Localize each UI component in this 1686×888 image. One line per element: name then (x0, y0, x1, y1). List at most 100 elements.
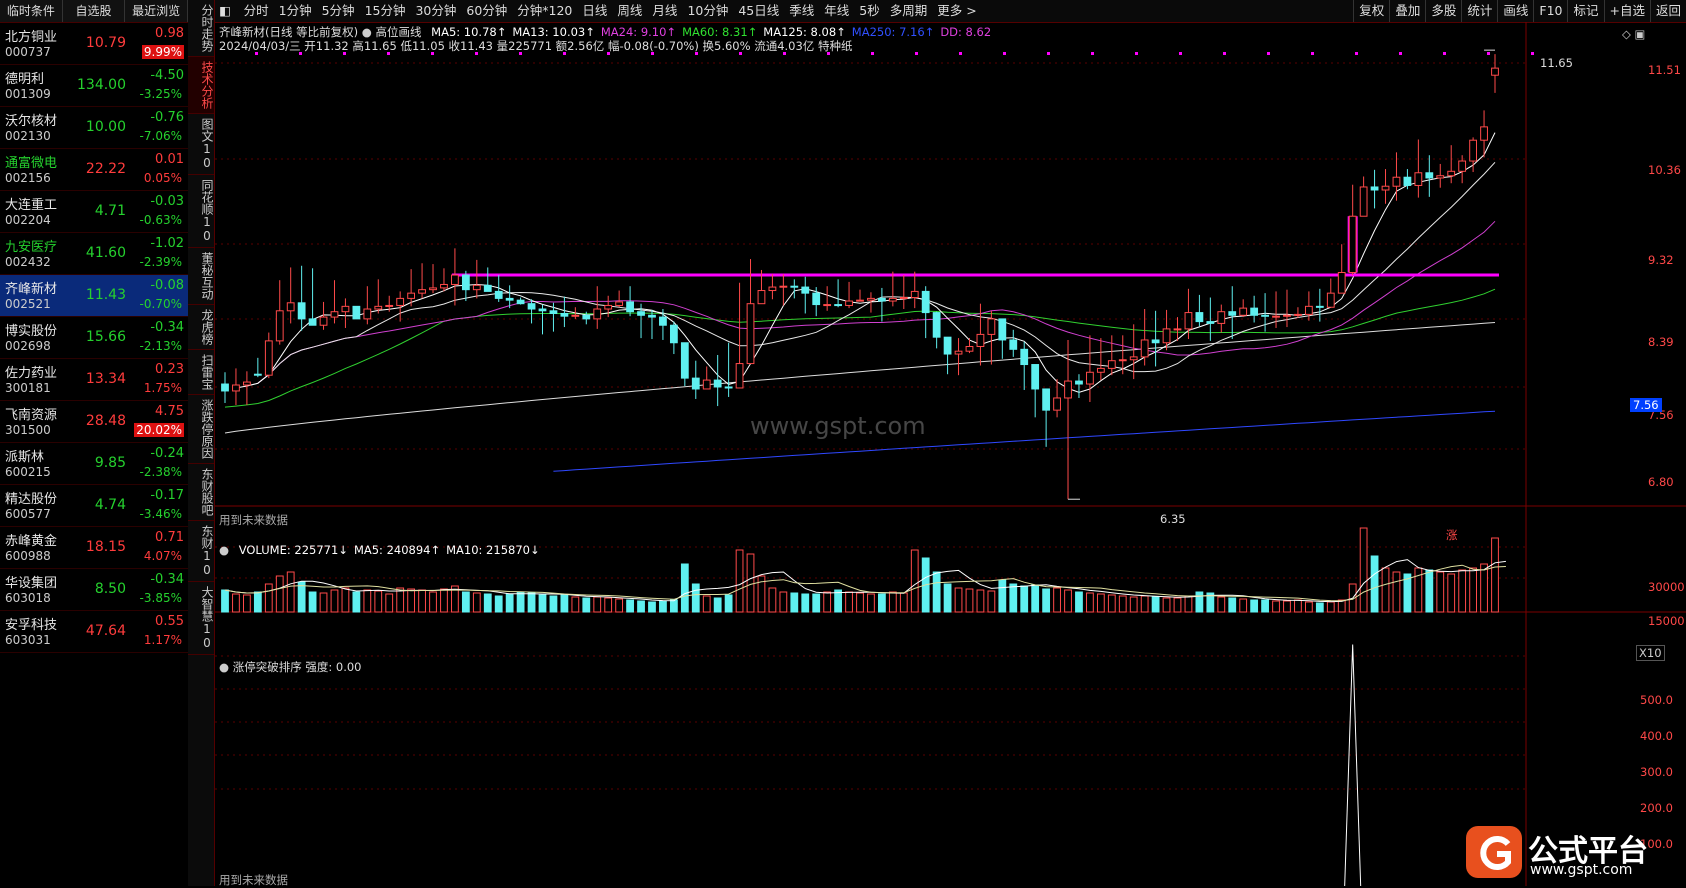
toolbar-action[interactable]: 叠加 (1389, 0, 1425, 22)
candle-body (472, 284, 481, 291)
toolbar-action[interactable]: 画线 (1497, 0, 1533, 22)
candle-body (363, 308, 372, 320)
stock-change: 0.98 (155, 26, 184, 41)
period-tab[interactable]: 分时 (239, 0, 274, 22)
signal-dot (1487, 52, 1490, 55)
volume-bar (702, 595, 711, 613)
vtab-2[interactable]: 图文10 (188, 114, 214, 175)
tab-temp-conditions[interactable]: 临时条件 (0, 0, 63, 22)
indicator-label: 涨停突破排序 (232, 660, 302, 674)
candle-body (878, 297, 886, 302)
watchlist-row[interactable]: 博实股份 002698 15.66 -0.34 -2.13% (0, 317, 188, 359)
period-tab[interactable]: 60分钟 (461, 0, 512, 22)
indicator-toggle-icon[interactable]: ● (362, 25, 372, 39)
chart-area[interactable] (215, 22, 1686, 886)
candle-body (867, 297, 875, 301)
period-tab[interactable]: 5秒 (854, 0, 884, 22)
period-tab[interactable]: 年线 (819, 0, 854, 22)
vtab-7[interactable]: 涨跌停原因 (188, 395, 214, 464)
tab-recent[interactable]: 最近浏览 (125, 0, 189, 22)
watchlist-row[interactable]: 通富微电 002156 22.22 0.01 0.05% (0, 149, 188, 191)
period-tab[interactable]: 5分钟 (317, 0, 360, 22)
candle-body (451, 274, 459, 285)
layout-icon[interactable]: ◧ (215, 0, 235, 22)
vol-y-tick: 15000 (1648, 614, 1685, 628)
candle-body (352, 305, 361, 320)
candle-body (691, 377, 700, 390)
candle-body (1140, 339, 1149, 358)
vtab-6[interactable]: 扫雷宝 (188, 350, 214, 395)
indicator-toggle-icon[interactable]: ● (219, 660, 229, 674)
period-tab[interactable]: 10分钟 (682, 0, 733, 22)
watchlist-row[interactable]: 佐力药业 300181 13.34 0.23 1.75% (0, 359, 188, 401)
vtab-9[interactable]: 东财10 (188, 521, 214, 582)
volume-bar (943, 583, 952, 613)
watchlist-row[interactable]: 安孚科技 603031 47.64 0.55 1.17% (0, 611, 188, 653)
period-tab[interactable]: 30分钟 (410, 0, 461, 22)
stock-price: 134.00 (77, 77, 126, 93)
stock-code: 002156 (5, 171, 51, 185)
volume-bar (1359, 527, 1368, 613)
vtab-8[interactable]: 东财股吧 (188, 464, 214, 521)
watchlist-row[interactable]: 齐峰新材 002521 11.43 -0.08 -0.70% (0, 275, 188, 317)
watchlist-row[interactable]: 德明利 001309 134.00 -4.50 -3.25% (0, 65, 188, 107)
volume-bar (385, 593, 394, 613)
y-tick: 9.32 (1648, 253, 1674, 267)
vtab-10[interactable]: 大智慧10 (188, 582, 214, 655)
signal-dot (1311, 52, 1314, 55)
tab-favorites[interactable]: 自选股 (63, 0, 126, 22)
stock-name: 大连重工 (5, 198, 58, 213)
stock-price: 28.48 (85, 413, 126, 429)
settings-icon[interactable]: ◇ ▣ (1622, 27, 1645, 41)
candle-body (1315, 305, 1324, 308)
candle-body (221, 383, 229, 392)
toolbar-action[interactable]: 多股 (1425, 0, 1461, 22)
period-tab[interactable]: 月线 (647, 0, 682, 22)
stock-pct: -3.46% (139, 507, 182, 521)
period-tab[interactable]: 更多 > (932, 0, 981, 22)
period-tab[interactable]: 分钟*120 (512, 0, 577, 22)
period-tab[interactable]: 季线 (784, 0, 819, 22)
vtab-4[interactable]: 董秘互动 (188, 248, 214, 305)
candle-body (845, 300, 853, 306)
candle-body (1480, 126, 1488, 141)
watchlist-row[interactable]: 精达股份 600577 4.74 -0.17 -3.46% (0, 485, 188, 527)
toolbar-action[interactable]: 标记 (1567, 0, 1603, 22)
vtab-1[interactable]: 技术分析 (188, 57, 214, 114)
candle-body (648, 314, 656, 318)
volume-bar (626, 599, 634, 613)
watchlist-row[interactable]: 派斯林 600215 9.85 -0.24 -2.38% (0, 443, 188, 485)
toolbar-action[interactable]: 复权 (1353, 0, 1389, 22)
period-tab[interactable]: 45日线 (733, 0, 784, 22)
stock-pct: -7.06% (139, 129, 182, 143)
ma5-line (235, 132, 1496, 393)
watchlist-row[interactable]: 华设集团 603018 8.50 -0.34 -3.85% (0, 569, 188, 611)
stock-pct: -2.38% (139, 465, 182, 479)
candle-body (1469, 139, 1477, 162)
period-tab[interactable]: 15分钟 (360, 0, 411, 22)
period-tab[interactable]: 日线 (577, 0, 612, 22)
vtab-5[interactable]: 龙虎榜 (188, 305, 214, 350)
toolbar-action[interactable]: 统计 (1461, 0, 1497, 22)
watchlist-row[interactable]: 北方铜业 000737 10.79 0.98 9.99% (0, 23, 188, 65)
toolbar-action[interactable]: F10 (1533, 0, 1567, 22)
stock-change: -0.03 (150, 194, 184, 209)
volume-bar (1173, 597, 1182, 613)
volume-toggle-icon[interactable]: ● (219, 543, 229, 557)
volume-bar (1107, 594, 1116, 613)
period-tab[interactable]: 多周期 (885, 0, 933, 22)
watchlist-row[interactable]: 九安医疗 002432 41.60 -1.02 -2.39% (0, 233, 188, 275)
toolbar-action[interactable]: +自选 (1603, 0, 1650, 22)
period-tab[interactable]: 周线 (612, 0, 647, 22)
period-tab[interactable]: 1分钟 (274, 0, 317, 22)
candle-body (308, 318, 317, 326)
vtab-3[interactable]: 同花顺10 (188, 175, 214, 248)
watchlist-row[interactable]: 沃尔核材 002130 10.00 -0.76 -7.06% (0, 107, 188, 149)
vtab-0[interactable]: 分时走势 (188, 0, 214, 57)
watchlist-row[interactable]: 赤峰黄金 600988 18.15 0.71 4.07% (0, 527, 188, 569)
watchlist-row[interactable]: 飞南资源 301500 28.48 4.75 20.02% (0, 401, 188, 443)
watchlist-row[interactable]: 大连重工 002204 4.71 -0.03 -0.63% (0, 191, 188, 233)
candle-body (1118, 359, 1127, 362)
candle-body (987, 318, 996, 335)
toolbar-action[interactable]: 返回 (1649, 0, 1686, 22)
